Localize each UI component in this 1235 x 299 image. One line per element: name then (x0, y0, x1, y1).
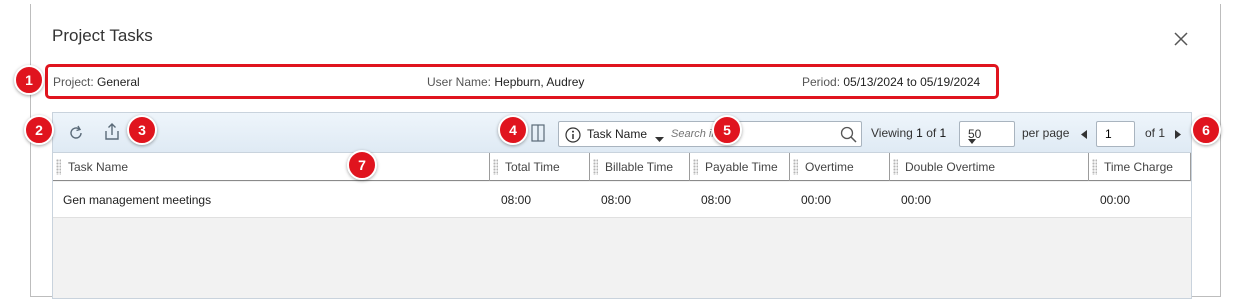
period-value: 05/13/2024 to 05/19/2024 (843, 75, 981, 89)
callout-badge-3: 3 (127, 115, 157, 145)
project-info: Project: General (53, 75, 140, 89)
refresh-icon[interactable] (66, 123, 86, 146)
viewing-label: Viewing (871, 126, 913, 140)
callout-badge-1: 1 (14, 65, 44, 95)
callout-badge-7: 7 (347, 150, 377, 180)
dialog-title: Project Tasks (52, 26, 153, 45)
viewing-total: 1 (939, 126, 947, 140)
chevron-down-icon (968, 133, 1007, 147)
period-label: Period: (802, 75, 841, 89)
per-page-label: per page (1022, 126, 1070, 140)
viewing-of: of (926, 126, 937, 140)
viewing-current: 1 (916, 126, 923, 140)
callout-badge-6: 6 (1191, 115, 1221, 145)
cell-total-time: 08:00 (501, 193, 532, 207)
project-label: Project: (53, 75, 94, 89)
column-header-double-overtime[interactable]: Double Overtime (889, 153, 1088, 181)
cell-billable-time: 08:00 (601, 193, 632, 207)
period-info: Period: 05/13/2024 to 05/19/2024 (802, 75, 980, 89)
column-header-total-time[interactable]: Total Time (489, 153, 589, 181)
search-icon[interactable] (840, 126, 857, 146)
of-pages-label: of 1 (1145, 126, 1166, 140)
prev-page-icon[interactable] (1081, 128, 1087, 142)
close-icon[interactable] (1172, 30, 1190, 48)
callout-badge-2: 2 (24, 115, 54, 145)
grid-toolbar: Task Name Viewing 1 of 1 50 per page (53, 113, 1191, 153)
project-value: General (97, 75, 140, 89)
column-header-time-charge[interactable]: Time Charge (1088, 153, 1191, 181)
column-header-overtime[interactable]: Overtime (789, 153, 889, 181)
column-header-billable-time[interactable]: Billable Time (589, 153, 689, 181)
table-row[interactable]: Gen management meetings 08:00 08:00 08:0… (53, 182, 1191, 218)
page-number-input[interactable] (1096, 121, 1135, 147)
viewing-status: Viewing 1 of 1 (871, 126, 946, 140)
cell-overtime: 00:00 (801, 193, 832, 207)
cell-time-charge: 00:00 (1100, 193, 1131, 207)
column-header-payable-time[interactable]: Payable Time (689, 153, 789, 181)
columns-icon[interactable] (531, 124, 545, 145)
search-box: Task Name (558, 121, 862, 147)
user-info: User Name: Hepburn, Audrey (427, 75, 584, 89)
user-label: User Name: (427, 75, 492, 89)
cell-payable-time: 08:00 (701, 193, 732, 207)
next-page-icon[interactable] (1175, 128, 1181, 142)
caret-down-icon[interactable] (655, 132, 664, 146)
search-field-label[interactable]: Task Name (587, 127, 647, 141)
search-input[interactable] (669, 125, 829, 143)
callout-badge-5: 5 (712, 115, 742, 145)
user-value: Hepburn, Audrey (494, 75, 585, 89)
table-header: Task Name Total Time Billable Time Payab… (53, 153, 1191, 181)
info-bar: Project: General User Name: Hepburn, Aud… (45, 64, 999, 99)
cell-task-name: Gen management meetings (63, 193, 212, 207)
tasks-grid: Task Name Viewing 1 of 1 50 per page (52, 112, 1192, 299)
export-icon[interactable] (102, 122, 122, 145)
cell-double-overtime: 00:00 (901, 193, 932, 207)
callout-badge-4: 4 (498, 115, 528, 145)
info-icon[interactable] (565, 127, 581, 146)
column-header-task-name[interactable]: Task Name (53, 153, 489, 181)
page-size-select[interactable]: 50 (959, 121, 1015, 147)
